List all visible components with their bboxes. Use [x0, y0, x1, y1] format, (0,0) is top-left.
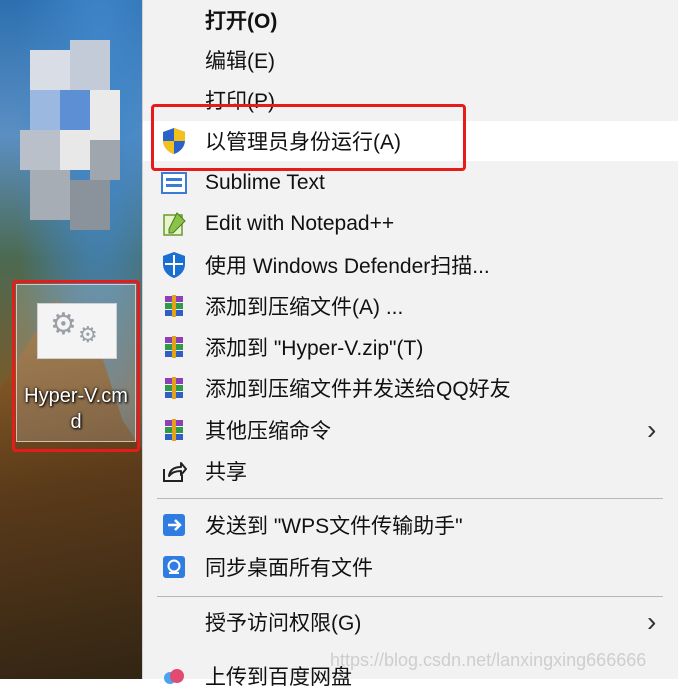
winrar-icon: [159, 332, 189, 362]
windows-defender-icon: [159, 250, 189, 280]
desktop-background: ⚙ ⚙ Hyper-V.cm d: [0, 0, 142, 679]
menu-item-sync-desktop-files[interactable]: 同步桌面所有文件: [143, 547, 678, 587]
menu-item-add-to-zip[interactable]: 添加到 "Hyper-V.zip"(T): [143, 327, 678, 367]
chevron-right-icon: ›: [647, 414, 657, 445]
notepad-plus-plus-icon: [159, 209, 189, 239]
menu-separator: [157, 498, 663, 499]
menu-item-add-to-archive[interactable]: 添加到压缩文件(A) ...: [143, 286, 678, 326]
wps-send-icon: [159, 510, 189, 540]
menu-item-label: 同步桌面所有文件: [205, 557, 373, 580]
menu-separator: [157, 596, 663, 597]
winrar-icon: [159, 415, 189, 445]
menu-item-label: 添加到压缩文件并发送给QQ好友: [205, 378, 511, 401]
menu-item-edit-notepad-plus-plus[interactable]: Edit with Notepad++: [143, 204, 678, 244]
menu-item-label: 其他压缩命令: [205, 420, 331, 443]
menu-item-label: 打开(O): [205, 10, 278, 33]
menu-item-label: 共享: [205, 461, 247, 484]
pixelated-icon: [10, 40, 130, 240]
sync-icon: [159, 552, 189, 582]
menu-item-grant-access[interactable]: 授予访问权限(G) ›: [143, 602, 678, 642]
menu-item-label: 授予访问权限(G): [205, 612, 362, 635]
sublime-text-icon: [159, 168, 189, 198]
winrar-icon: [159, 373, 189, 403]
menu-item-label: 使用 Windows Defender扫描...: [205, 255, 490, 278]
run-as-admin-highlight-box: [151, 104, 466, 171]
context-menu: 打开(O) 编辑(E) 打印(P) 以管理员身份运行(A) Sublime Te…: [142, 0, 678, 689]
menu-item-archive-send-qq[interactable]: 添加到压缩文件并发送给QQ好友: [143, 368, 678, 408]
menu-item-label: Sublime Text: [205, 171, 325, 194]
menu-item-label: Edit with Notepad++: [205, 212, 395, 235]
file-highlight-box: [12, 280, 140, 452]
menu-item-label: 编辑(E): [205, 50, 275, 73]
menu-item-send-to-wps[interactable]: 发送到 "WPS文件传输助手": [143, 505, 678, 545]
menu-item-share[interactable]: 共享: [143, 451, 678, 491]
menu-item-windows-defender-scan[interactable]: 使用 Windows Defender扫描...: [143, 245, 678, 285]
baidu-netdisk-icon: [159, 661, 189, 691]
winrar-icon: [159, 291, 189, 321]
watermark-text: https://blog.csdn.net/lanxingxing666666: [330, 650, 647, 670]
share-icon: [159, 456, 189, 486]
menu-item-open[interactable]: 打开(O): [143, 0, 678, 40]
menu-item-label: 添加到压缩文件(A) ...: [205, 296, 404, 319]
menu-item-other-archive-commands[interactable]: 其他压缩命令 ›: [143, 410, 678, 450]
menu-item-edit[interactable]: 编辑(E): [143, 40, 678, 80]
menu-item-label: 发送到 "WPS文件传输助手": [205, 515, 463, 538]
menu-item-label: 添加到 "Hyper-V.zip"(T): [205, 337, 424, 360]
chevron-right-icon: ›: [647, 606, 657, 637]
